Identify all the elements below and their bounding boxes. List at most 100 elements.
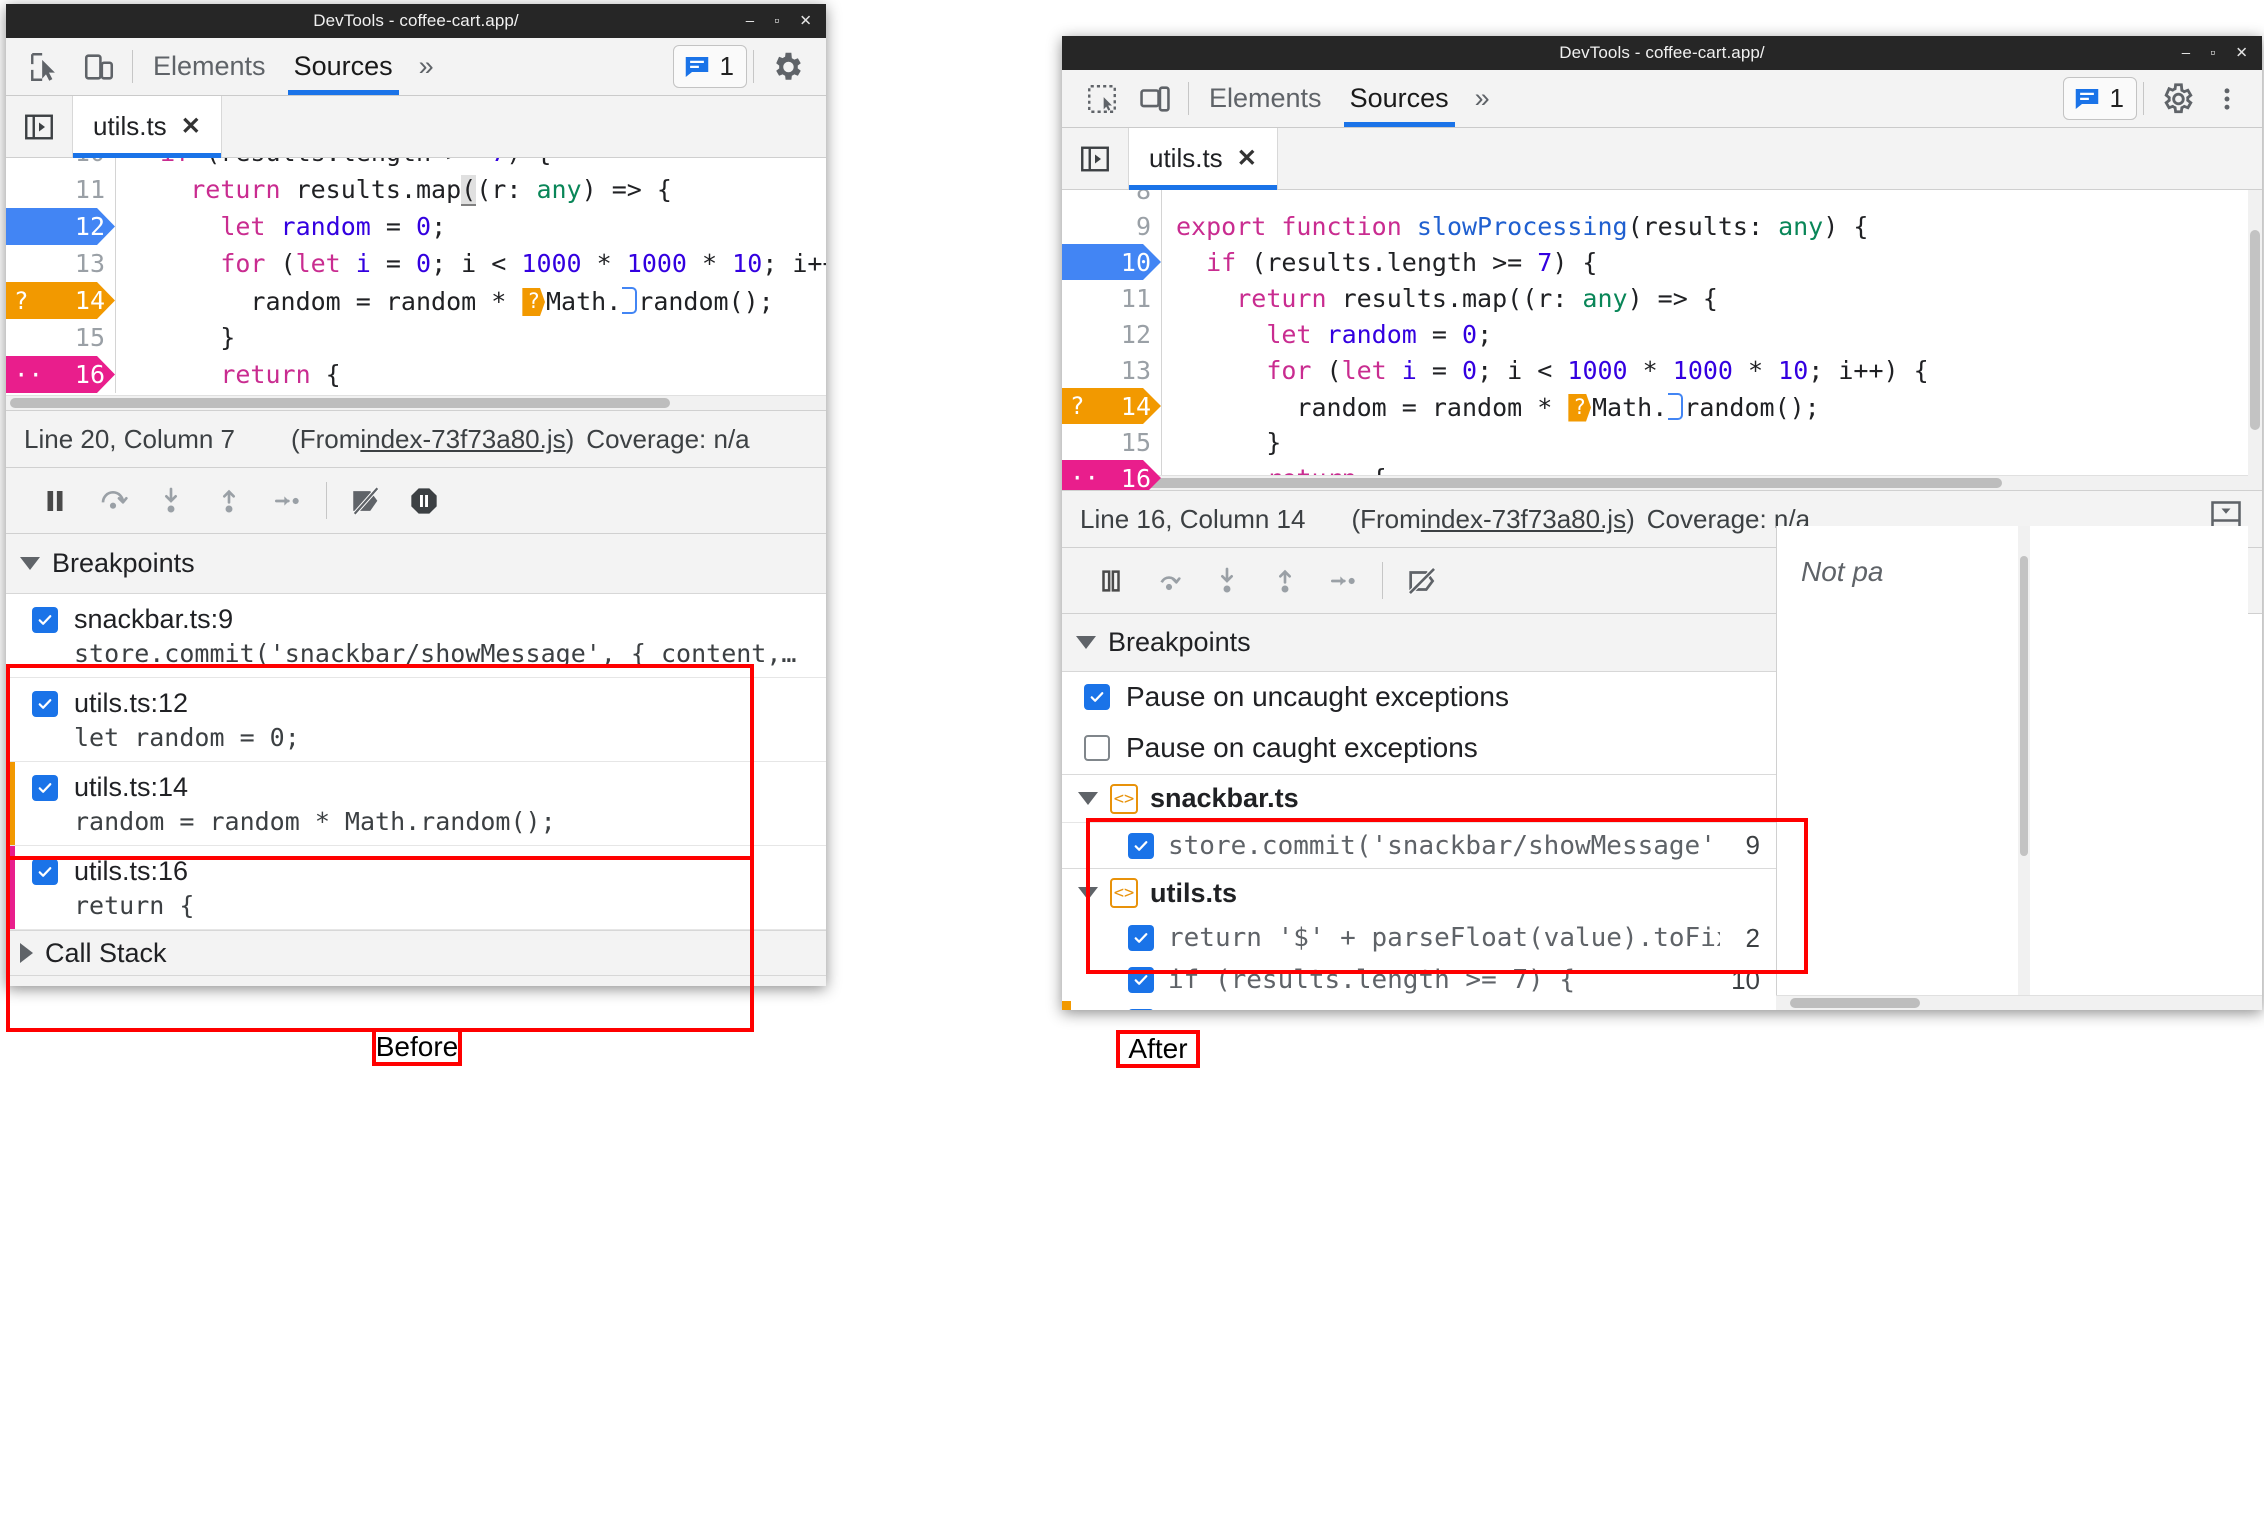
pane-header-call-stack[interactable]: Call Stack: [6, 930, 826, 976]
code-line[interactable]: 11 return results.map((r: any) => {: [6, 171, 826, 208]
tab-elements[interactable]: Elements: [1195, 70, 1336, 127]
line-gutter[interactable]: 9: [1062, 208, 1162, 244]
maximize-icon[interactable]: ▫: [2210, 46, 2215, 61]
more-tabs-icon[interactable]: »: [407, 51, 441, 82]
code-line[interactable]: 15 }: [1062, 424, 2248, 460]
close-icon[interactable]: ✕: [2235, 46, 2248, 61]
line-gutter[interactable]: 15: [1062, 424, 1162, 460]
inspect-element-icon[interactable]: [18, 50, 72, 84]
close-icon[interactable]: ✕: [799, 14, 812, 29]
gear-icon[interactable]: [2150, 81, 2204, 117]
editor-vertical-scrollbar[interactable]: [2248, 190, 2262, 490]
issues-button[interactable]: 1: [2062, 77, 2137, 120]
editor-horizontal-scrollbar[interactable]: [6, 395, 826, 410]
code-line[interactable]: 9 export function slowProcessing(results…: [1062, 208, 2248, 244]
show-navigator-icon[interactable]: [1062, 141, 1128, 177]
chevron-down-icon[interactable]: [1078, 792, 1098, 805]
issues-button[interactable]: 1: [672, 45, 747, 88]
line-gutter[interactable]: 12: [1062, 316, 1162, 352]
step-over-icon[interactable]: [1140, 565, 1198, 597]
close-icon[interactable]: ✕: [1237, 144, 1257, 173]
breakpoint-list-item[interactable]: utils.ts:16 return {: [6, 846, 826, 930]
code-line[interactable]: ? 14 random = random * ? Math. random();: [1062, 388, 2248, 424]
sidebar-vertical-scrollbar[interactable]: [2018, 526, 2030, 996]
tab-elements[interactable]: Elements: [139, 38, 280, 95]
breakpoint-list-item[interactable]: snackbar.ts:9 store.commit('snackbar/sho…: [6, 594, 826, 678]
after-breakpoints-pane-header[interactable]: Breakpoints: [1062, 614, 1776, 672]
maximize-icon[interactable]: ▫: [774, 14, 779, 29]
pause-resume-icon[interactable]: [26, 486, 84, 516]
minimize-icon[interactable]: –: [2182, 46, 2190, 61]
code-line[interactable]: 12 let random = 0;: [6, 208, 826, 245]
breakpoint-checkbox[interactable]: [32, 774, 58, 801]
show-navigator-icon[interactable]: [6, 109, 72, 145]
breakpoint-row[interactable]: return '$' + parseFloat(value).toFixed(……: [1062, 917, 1776, 959]
line-gutter[interactable]: 15: [6, 319, 116, 356]
step-icon[interactable]: [258, 485, 316, 517]
scrollbar-thumb[interactable]: [10, 398, 670, 408]
step-over-icon[interactable]: [84, 485, 142, 517]
line-gutter[interactable]: 13: [1062, 352, 1162, 388]
breakpoint-checkbox[interactable]: [32, 690, 58, 717]
code-line[interactable]: 10 if (results.length >= 7) {: [6, 158, 826, 171]
breakpoint-row[interactable]: store.commit('snackbar/showMessage', { ……: [1062, 823, 1776, 869]
code-line[interactable]: 12 let random = 0;: [1062, 316, 2248, 352]
deactivate-breakpoints-icon[interactable]: [337, 484, 395, 518]
line-gutter[interactable]: 11: [1062, 280, 1162, 316]
line-gutter[interactable]: 8: [1062, 190, 1162, 208]
line-gutter[interactable]: 13: [6, 245, 116, 282]
line-gutter[interactable]: 11: [6, 171, 116, 208]
more-tabs-icon[interactable]: »: [1463, 83, 1497, 114]
breakpoint-checkbox[interactable]: [1128, 967, 1154, 993]
code-line[interactable]: ? 14 random = random * ? Math. random();: [6, 282, 826, 319]
pause-caught-checkbox[interactable]: [1084, 735, 1110, 761]
pause-resume-icon[interactable]: [1082, 566, 1140, 596]
file-tab-utils-ts[interactable]: utils.ts ✕: [1128, 128, 1278, 190]
pause-on-caught-exceptions-row[interactable]: Pause on caught exceptions: [1062, 722, 1776, 774]
breakpoint-group-utils-ts[interactable]: <> utils.ts: [1062, 869, 1776, 917]
code-line[interactable]: 13 for (let i = 0; i < 1000 * 1000 * 10;…: [1062, 352, 2248, 388]
chevron-down-icon[interactable]: [1078, 886, 1098, 900]
chevron-down-icon[interactable]: [1076, 636, 1096, 649]
line-gutter-breakpoint[interactable]: ? 14: [1062, 388, 1162, 424]
after-code-editor[interactable]: 8 9 export function slowProcessing(resul…: [1062, 190, 2262, 490]
editor-horizontal-scrollbar[interactable]: [1062, 475, 2248, 490]
line-gutter-breakpoint[interactable]: ·· 16: [6, 356, 116, 393]
scrollbar-thumb[interactable]: [2250, 230, 2260, 430]
device-toolbar-icon[interactable]: [1128, 82, 1182, 116]
breakpoint-group-snackbar-ts[interactable]: <> snackbar.ts: [1062, 775, 1776, 823]
code-line[interactable]: ·· 16 return {: [6, 356, 826, 393]
tab-sources[interactable]: Sources: [280, 38, 407, 95]
pause-uncaught-checkbox[interactable]: [1084, 684, 1110, 710]
deactivate-breakpoints-icon[interactable]: [1393, 564, 1451, 598]
code-line[interactable]: 15 }: [6, 319, 826, 356]
source-origin-link[interactable]: index-73f73a80.js: [360, 424, 565, 455]
code-line[interactable]: 8: [1062, 190, 2248, 208]
breakpoint-checkbox[interactable]: [1128, 1009, 1154, 1010]
breakpoint-list-item[interactable]: utils.ts:12 let random = 0;: [6, 678, 826, 762]
breakpoint-row[interactable]: if (results.length >= 7) { 10: [1062, 959, 1776, 1001]
line-gutter-breakpoint[interactable]: ·· 16: [1062, 460, 1162, 490]
breakpoint-checkbox[interactable]: [1128, 925, 1154, 951]
inspect-element-icon[interactable]: [1074, 82, 1128, 116]
scrollbar-thumb[interactable]: [1072, 478, 2002, 488]
file-tab-utils-ts[interactable]: utils.ts ✕: [72, 96, 222, 158]
step-out-icon[interactable]: [1256, 565, 1314, 597]
step-into-icon[interactable]: [142, 485, 200, 517]
step-icon[interactable]: [1314, 565, 1372, 597]
breakpoint-row[interactable]: random = random * Math.random(); 14: [1062, 1001, 1776, 1010]
code-line[interactable]: 13 for (let i = 0; i < 1000 * 1000 * 10;…: [6, 245, 826, 282]
chevron-right-icon[interactable]: [20, 943, 33, 963]
before-breakpoints-pane-header[interactable]: Breakpoints: [6, 534, 826, 594]
step-into-icon[interactable]: [1198, 565, 1256, 597]
code-line[interactable]: 11 return results.map((r: any) => {: [1062, 280, 2248, 316]
tab-sources[interactable]: Sources: [1336, 70, 1463, 127]
source-origin-link[interactable]: index-73f73a80.js: [1421, 504, 1626, 535]
sidebar-horizontal-scrollbar[interactable]: [1776, 995, 2262, 1010]
breakpoint-checkbox[interactable]: [1128, 832, 1154, 859]
gear-icon[interactable]: [760, 49, 814, 85]
line-gutter-breakpoint[interactable]: 12: [6, 208, 116, 245]
breakpoint-checkbox[interactable]: [32, 606, 58, 633]
step-out-icon[interactable]: [200, 485, 258, 517]
breakpoint-list-item[interactable]: utils.ts:14 random = random * Math.rando…: [6, 762, 826, 846]
